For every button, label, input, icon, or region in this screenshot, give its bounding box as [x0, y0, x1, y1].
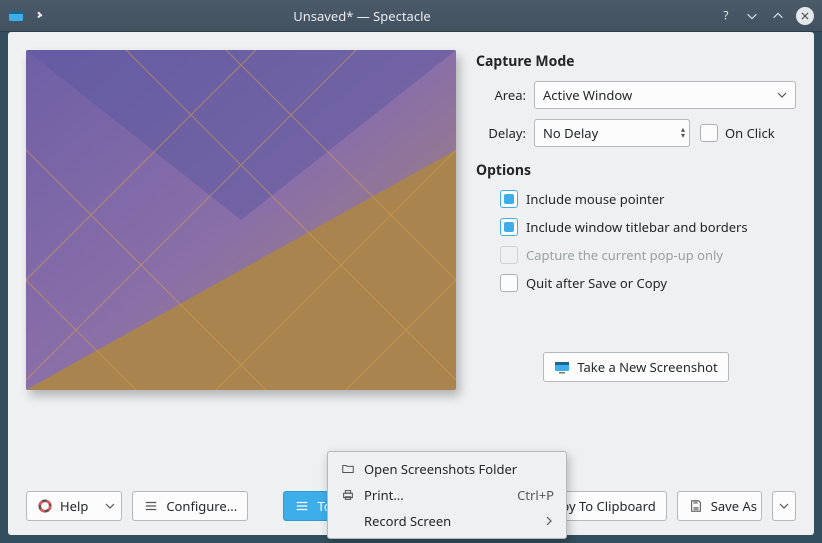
quit-after-label: Quit after Save or Copy: [526, 274, 667, 292]
save-as-dropdown[interactable]: [772, 491, 796, 521]
on-click-label: On Click: [725, 124, 775, 142]
menu-print-label: Print...: [364, 486, 509, 504]
help-button[interactable]: Help: [26, 491, 122, 521]
area-value: Active Window: [543, 86, 777, 104]
take-screenshot-button[interactable]: Take a New Screenshot: [543, 352, 728, 382]
save-icon: [688, 498, 704, 514]
area-select[interactable]: Active Window: [534, 81, 796, 109]
titlebar: Unsaved* — Spectacle ?: [0, 0, 822, 32]
include-pointer-label: Include mouse pointer: [526, 190, 664, 208]
help-icon[interactable]: ?: [718, 8, 734, 24]
chevron-down-icon: [777, 90, 787, 100]
configure-button[interactable]: Configure...: [132, 491, 248, 521]
delay-label: Delay:: [476, 124, 534, 142]
monitor-icon: [554, 359, 570, 375]
delay-spinbox[interactable]: No Delay ▴▾: [534, 119, 690, 147]
minimize-icon[interactable]: [744, 8, 760, 24]
capture-popup-label: Capture the current pop-up only: [526, 246, 723, 264]
include-titlebar-checkbox[interactable]: [500, 218, 518, 236]
help-label: Help: [60, 497, 88, 515]
take-screenshot-label: Take a New Screenshot: [577, 358, 717, 376]
lifebuoy-icon: [37, 498, 53, 514]
hamburger-icon: [143, 498, 159, 514]
menu-open-folder-label: Open Screenshots Folder: [364, 460, 554, 478]
menu-record-label: Record Screen: [364, 512, 536, 530]
include-titlebar-label: Include window titlebar and borders: [526, 218, 748, 236]
capture-popup-checkbox: [500, 246, 518, 264]
chevron-right-icon: [544, 512, 554, 530]
menu-print-shortcut: Ctrl+P: [517, 486, 554, 504]
menu-open-folder[interactable]: Open Screenshots Folder: [328, 456, 566, 482]
on-click-checkbox[interactable]: [700, 124, 718, 142]
printer-icon: [340, 488, 356, 502]
tools-menu: Open Screenshots Folder Print... Ctrl+P …: [327, 451, 567, 539]
area-label: Area:: [476, 86, 534, 104]
settings-panel: Capture Mode Area: Active Window Delay: …: [476, 50, 796, 392]
quit-after-checkbox[interactable]: [500, 274, 518, 292]
save-as-button[interactable]: Save As: [677, 491, 762, 521]
app-icon: [8, 8, 24, 24]
options-heading: Options: [476, 161, 796, 180]
configure-label: Configure...: [166, 497, 237, 515]
save-as-label: Save As: [711, 497, 757, 515]
include-pointer-checkbox[interactable]: [500, 190, 518, 208]
pin-icon[interactable]: [30, 8, 46, 24]
chevron-down-icon: [779, 497, 789, 515]
screenshot-preview: [26, 50, 456, 390]
chevron-down-icon: [99, 497, 115, 515]
menu-record-screen[interactable]: Record Screen: [328, 508, 566, 534]
hamburger-icon: [294, 498, 310, 514]
svg-text:?: ?: [724, 9, 729, 23]
close-icon[interactable]: [796, 7, 814, 25]
delay-value: No Delay: [543, 124, 681, 142]
spin-buttons[interactable]: ▴▾: [681, 127, 685, 139]
menu-print[interactable]: Print... Ctrl+P: [328, 482, 566, 508]
maximize-icon[interactable]: [770, 8, 786, 24]
window-title: Unsaved* — Spectacle: [46, 7, 718, 25]
folder-icon: [340, 462, 356, 476]
capture-mode-heading: Capture Mode: [476, 52, 796, 71]
